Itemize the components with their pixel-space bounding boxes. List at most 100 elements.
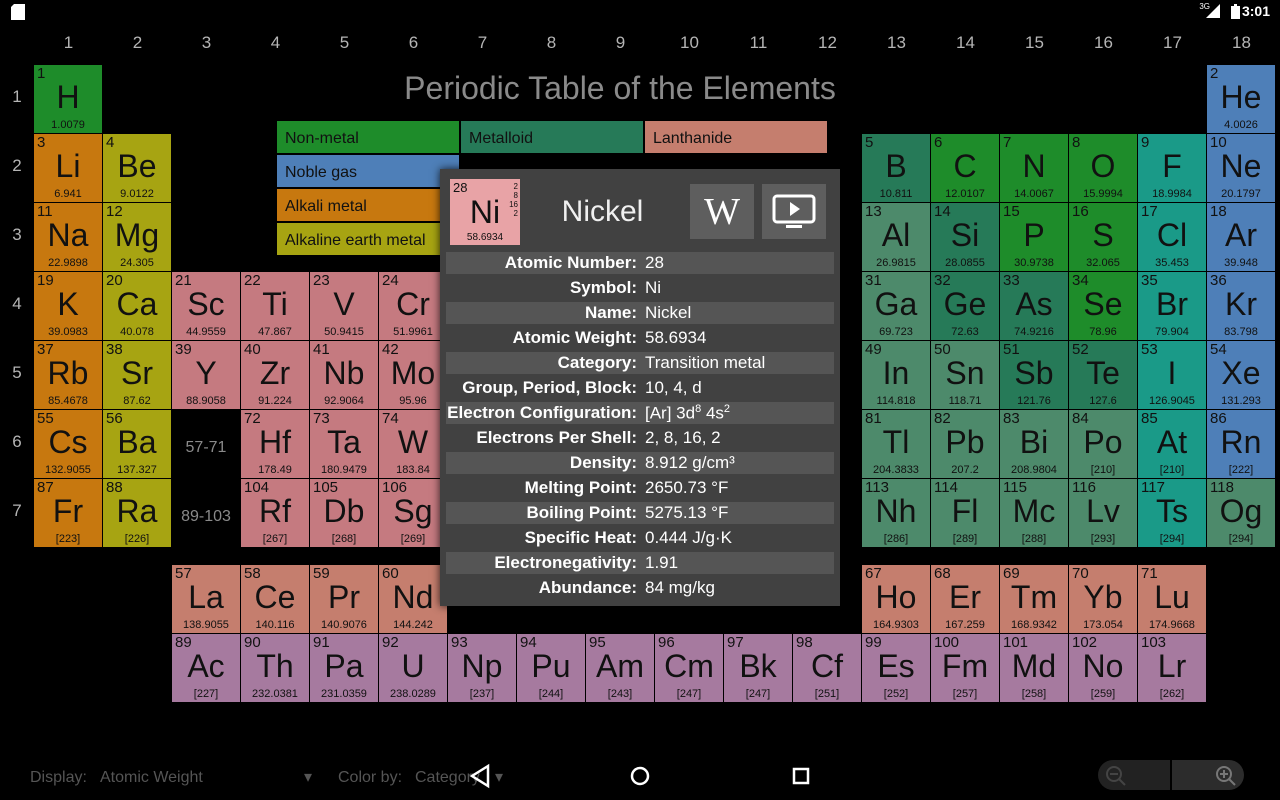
element-cell-og[interactable]: 118 Og [294] [1207,479,1275,547]
element-cell-ts[interactable]: 117 Ts [294] [1138,479,1206,547]
element-cell-pa[interactable]: 91 Pa 231.0359 [310,634,378,702]
element-cell-rb[interactable]: 37 Rb 85.4678 [34,341,102,409]
element-cell-tl[interactable]: 81 Tl 204.3833 [862,410,930,478]
element-cell-cm[interactable]: 96 Cm [247] [655,634,723,702]
element-cell-cr[interactable]: 24 Cr 51.9961 [379,272,447,340]
element-cell-y[interactable]: 39 Y 88.9058 [172,341,240,409]
element-cell-db[interactable]: 105 Db [268] [310,479,378,547]
element-cell-tm[interactable]: 69 Tm 168.9342 [1000,565,1068,633]
element-cell-la[interactable]: 57 La 138.9055 [172,565,240,633]
legend-item[interactable]: Alkali metal [277,189,459,221]
element-cell-sc[interactable]: 21 Sc 44.9559 [172,272,240,340]
element-cell-li[interactable]: 3 Li 6.941 [34,134,102,202]
element-cell-rn[interactable]: 86 Rn [222] [1207,410,1275,478]
element-cell-ti[interactable]: 22 Ti 47.867 [241,272,309,340]
element-cell-na[interactable]: 11 Na 22.9898 [34,203,102,271]
element-cell-es[interactable]: 99 Es [252] [862,634,930,702]
element-cell-th[interactable]: 90 Th 232.0381 [241,634,309,702]
element-cell-md[interactable]: 101 Md [258] [1000,634,1068,702]
back-icon[interactable] [466,762,496,790]
element-cell-o[interactable]: 8 O 15.9994 [1069,134,1137,202]
element-cell-sn[interactable]: 50 Sn 118.71 [931,341,999,409]
element-cell-fr[interactable]: 87 Fr [223] [34,479,102,547]
element-cell-ge[interactable]: 32 Ge 72.63 [931,272,999,340]
element-cell-xe[interactable]: 54 Xe 131.293 [1207,341,1275,409]
element-cell-po[interactable]: 84 Po [210] [1069,410,1137,478]
element-cell-ce[interactable]: 58 Ce 140.116 [241,565,309,633]
legend-item[interactable]: Noble gas [277,155,459,187]
element-cell-s[interactable]: 16 S 32.065 [1069,203,1137,271]
element-cell-mg[interactable]: 12 Mg 24.305 [103,203,171,271]
actinide-range-label[interactable]: 89-103 [172,483,240,551]
element-cell-nd[interactable]: 60 Nd 144.242 [379,565,447,633]
element-cell-pb[interactable]: 82 Pb 207.2 [931,410,999,478]
element-cell-be[interactable]: 4 Be 9.0122 [103,134,171,202]
legend-item[interactable]: Metalloid [461,121,643,153]
element-cell-pu[interactable]: 94 Pu [244] [517,634,585,702]
element-cell-as[interactable]: 33 As 74.9216 [1000,272,1068,340]
element-cell-zr[interactable]: 40 Zr 91.224 [241,341,309,409]
element-cell-lu[interactable]: 71 Lu 174.9668 [1138,565,1206,633]
element-cell-fl[interactable]: 114 Fl [289] [931,479,999,547]
element-cell-sb[interactable]: 51 Sb 121.76 [1000,341,1068,409]
element-cell-nb[interactable]: 41 Nb 92.9064 [310,341,378,409]
element-cell-cf[interactable]: 98 Cf [251] [793,634,861,702]
zoom-in-button[interactable] [1172,760,1244,790]
element-cell-n[interactable]: 7 N 14.0067 [1000,134,1068,202]
element-cell-rf[interactable]: 104 Rf [267] [241,479,309,547]
element-cell-sr[interactable]: 38 Sr 87.62 [103,341,171,409]
element-cell-al[interactable]: 13 Al 26.9815 [862,203,930,271]
element-cell-am[interactable]: 95 Am [243] [586,634,654,702]
element-cell-v[interactable]: 23 V 50.9415 [310,272,378,340]
element-cell-f[interactable]: 9 F 18.9984 [1138,134,1206,202]
element-cell-cs[interactable]: 55 Cs 132.9055 [34,410,102,478]
element-cell-kr[interactable]: 36 Kr 83.798 [1207,272,1275,340]
element-cell-te[interactable]: 52 Te 127.6 [1069,341,1137,409]
element-cell-c[interactable]: 6 C 12.0107 [931,134,999,202]
element-cell-b[interactable]: 5 B 10.811 [862,134,930,202]
legend-item[interactable]: Alkaline earth metal [277,223,459,255]
element-cell-p[interactable]: 15 P 30.9738 [1000,203,1068,271]
element-cell-bk[interactable]: 97 Bk [247] [724,634,792,702]
element-cell-ho[interactable]: 67 Ho 164.9303 [862,565,930,633]
element-cell-h[interactable]: 1 H 1.0079 [34,65,102,133]
element-cell-lr[interactable]: 103 Lr [262] [1138,634,1206,702]
element-cell-ta[interactable]: 73 Ta 180.9479 [310,410,378,478]
element-cell-he[interactable]: 2 He 4.0026 [1207,65,1275,133]
element-cell-pr[interactable]: 59 Pr 140.9076 [310,565,378,633]
element-cell-no[interactable]: 102 No [259] [1069,634,1137,702]
element-cell-ba[interactable]: 56 Ba 137.327 [103,410,171,478]
element-cell-ca[interactable]: 20 Ca 40.078 [103,272,171,340]
home-icon[interactable] [625,762,655,790]
element-cell-w[interactable]: 74 W 183.84 [379,410,447,478]
element-cell-mo[interactable]: 42 Mo 95.96 [379,341,447,409]
element-cell-ar[interactable]: 18 Ar 39.948 [1207,203,1275,271]
display-dropdown[interactable]: Atomic Weight ▾ [100,769,312,787]
element-cell-fm[interactable]: 100 Fm [257] [931,634,999,702]
element-cell-bi[interactable]: 83 Bi 208.9804 [1000,410,1068,478]
video-button[interactable] [762,184,826,239]
element-cell-cl[interactable]: 17 Cl 35.453 [1138,203,1206,271]
element-cell-ga[interactable]: 31 Ga 69.723 [862,272,930,340]
element-cell-hf[interactable]: 72 Hf 178.49 [241,410,309,478]
legend-item[interactable]: Lanthanide [645,121,827,153]
element-cell-yb[interactable]: 70 Yb 173.054 [1069,565,1137,633]
lanthanide-range-label[interactable]: 57-71 [172,414,240,482]
wikipedia-button[interactable]: W [690,184,754,239]
element-cell-si[interactable]: 14 Si 28.0855 [931,203,999,271]
element-cell-er[interactable]: 68 Er 167.259 [931,565,999,633]
recents-icon[interactable] [786,762,816,790]
element-cell-mc[interactable]: 115 Mc [288] [1000,479,1068,547]
element-cell-se[interactable]: 34 Se 78.96 [1069,272,1137,340]
element-cell-sg[interactable]: 106 Sg [269] [379,479,447,547]
element-cell-i[interactable]: 53 I 126.9045 [1138,341,1206,409]
element-cell-np[interactable]: 93 Np [237] [448,634,516,702]
element-cell-u[interactable]: 92 U 238.0289 [379,634,447,702]
element-cell-ne[interactable]: 10 Ne 20.1797 [1207,134,1275,202]
zoom-out-button[interactable] [1098,760,1170,790]
legend-item[interactable]: Non-metal [277,121,459,153]
element-cell-lv[interactable]: 116 Lv [293] [1069,479,1137,547]
element-cell-at[interactable]: 85 At [210] [1138,410,1206,478]
element-cell-in[interactable]: 49 In 114.818 [862,341,930,409]
element-cell-br[interactable]: 35 Br 79.904 [1138,272,1206,340]
